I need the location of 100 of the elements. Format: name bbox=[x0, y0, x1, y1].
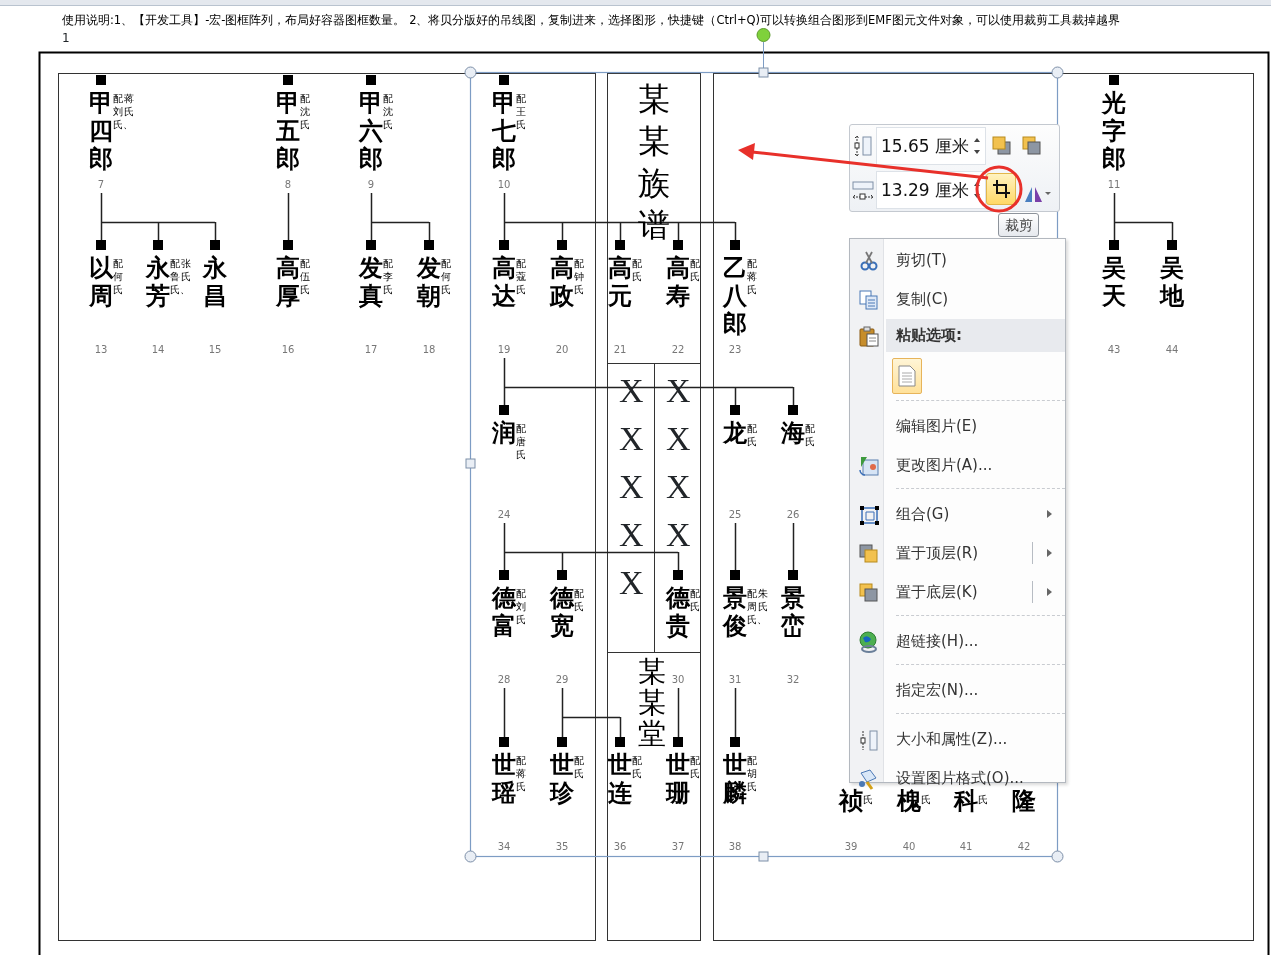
node-marker bbox=[283, 240, 293, 250]
person-name: 甲五郎 bbox=[276, 89, 300, 173]
generation-number: 8 bbox=[283, 179, 293, 191]
node-marker bbox=[673, 737, 683, 747]
generation-number: 13 bbox=[93, 344, 109, 356]
generation-number: 29 bbox=[554, 674, 570, 686]
person-name: 高元 bbox=[608, 254, 632, 310]
menu-item[interactable]: 更改图片(A)... bbox=[850, 446, 1065, 485]
submenu-arrow-icon bbox=[1046, 509, 1053, 519]
person-name: 世瑶 bbox=[492, 751, 516, 807]
resize-handle[interactable] bbox=[464, 66, 477, 79]
generation-number: 20 bbox=[554, 344, 570, 356]
spouse-note: 配氏 bbox=[574, 755, 584, 780]
person-name: 甲四郎 bbox=[89, 89, 113, 173]
placeholder-mark: X bbox=[619, 468, 644, 506]
node-marker bbox=[499, 405, 509, 415]
spouse-note: 配何氏 bbox=[441, 258, 451, 296]
generation-number: 16 bbox=[280, 344, 296, 356]
resize-handle[interactable] bbox=[464, 850, 477, 863]
bring-forward-icon bbox=[858, 543, 880, 565]
node-marker bbox=[788, 570, 798, 580]
spouse-note: 配王氏 bbox=[516, 93, 526, 130]
person-name: 乙八郎 bbox=[723, 254, 747, 338]
rotate-handle[interactable] bbox=[756, 28, 771, 69]
node-marker bbox=[1109, 240, 1119, 250]
family-connector bbox=[734, 687, 737, 738]
resize-handle[interactable] bbox=[1051, 850, 1064, 863]
width-field[interactable]: 13.29 厘米 bbox=[876, 171, 986, 209]
node-marker bbox=[366, 75, 376, 85]
hall-name: 某某堂 bbox=[638, 656, 666, 749]
spouse-note: 配何氏 bbox=[113, 258, 123, 296]
spouse-note: 配氏 bbox=[632, 258, 642, 283]
person-name: 吴地 bbox=[1160, 254, 1184, 310]
menu-item[interactable]: 置于底层(K) bbox=[850, 573, 1065, 612]
menu-item[interactable]: 组合(G) bbox=[850, 495, 1065, 534]
tooltip: 裁剪 bbox=[998, 213, 1039, 237]
size-icon bbox=[858, 729, 880, 751]
generation-number: 43 bbox=[1106, 344, 1122, 356]
spouse-note: 配沈氏 bbox=[300, 93, 310, 131]
group-icon bbox=[858, 504, 880, 526]
node-marker bbox=[673, 240, 683, 250]
node-marker bbox=[1167, 240, 1177, 250]
menu-item[interactable]: 剪切(T) bbox=[850, 241, 1065, 280]
person-name: 高寿 bbox=[666, 254, 690, 310]
resize-handle[interactable] bbox=[758, 851, 769, 862]
node-marker bbox=[96, 240, 106, 250]
resize-handle[interactable] bbox=[465, 458, 476, 469]
node-marker bbox=[153, 240, 163, 250]
person-name: 隆 bbox=[1012, 787, 1036, 815]
menu-item[interactable]: 大小和属性(Z)... bbox=[850, 720, 1065, 759]
node-marker bbox=[730, 405, 740, 415]
generation-number: 37 bbox=[670, 841, 686, 853]
menu-item[interactable]: 置于顶层(R) bbox=[850, 534, 1065, 573]
spouse-note: 配蒋氏 bbox=[516, 755, 526, 792]
person-name: 高政 bbox=[550, 254, 574, 310]
menu-item[interactable]: 超链接(H)... bbox=[850, 622, 1065, 661]
generation-number: 28 bbox=[496, 674, 512, 686]
height-field[interactable]: 15.65 厘米 bbox=[876, 127, 986, 165]
person-name: 景俊 bbox=[723, 584, 747, 640]
resize-handle[interactable] bbox=[758, 67, 769, 78]
generation-number: 39 bbox=[843, 841, 859, 853]
spouse-note: 朱氏 bbox=[758, 587, 768, 613]
resize-handle[interactable] bbox=[1051, 66, 1064, 79]
menu-item[interactable]: 指定宏(N)... bbox=[850, 671, 1065, 710]
family-connector bbox=[677, 687, 680, 738]
globe-icon bbox=[858, 631, 880, 653]
person-name: 世珊 bbox=[666, 751, 690, 807]
spouse-note: 配钟氏 bbox=[574, 258, 584, 296]
person-name: 甲七郎 bbox=[492, 89, 516, 173]
generation-number: 32 bbox=[785, 674, 801, 686]
family-connector bbox=[1113, 192, 1174, 241]
node-marker bbox=[366, 240, 376, 250]
placeholder-mark: X bbox=[619, 420, 644, 458]
person-name: 德富 bbox=[492, 584, 516, 640]
person-name: 龙 bbox=[723, 419, 747, 447]
person-name: 高达 bbox=[492, 254, 516, 310]
menu-item[interactable]: 编辑图片(E) bbox=[850, 407, 1065, 446]
node-marker bbox=[96, 75, 106, 85]
generation-number: 42 bbox=[1016, 841, 1032, 853]
generation-number: 34 bbox=[496, 841, 512, 853]
spouse-note: 配蔻氏 bbox=[516, 258, 526, 296]
node-marker bbox=[499, 240, 509, 250]
crop-button[interactable] bbox=[986, 173, 1016, 205]
scissors-icon bbox=[858, 250, 880, 272]
generation-number: 9 bbox=[366, 179, 376, 191]
node-marker bbox=[283, 75, 293, 85]
person-name: 德宽 bbox=[550, 584, 574, 640]
generation-number: 7 bbox=[96, 179, 106, 191]
spouse-note: 配沈氏 bbox=[383, 93, 393, 130]
node-marker bbox=[615, 737, 625, 747]
generation-number: 11 bbox=[1106, 179, 1122, 191]
picture-icon bbox=[858, 455, 880, 477]
paste-option-button[interactable] bbox=[892, 358, 922, 394]
send-backward-icon bbox=[1021, 135, 1041, 155]
person-name: 科 bbox=[954, 787, 978, 815]
copy-icon bbox=[858, 289, 880, 311]
menu-item[interactable]: 复制(C) bbox=[850, 280, 1065, 319]
generation-number: 14 bbox=[150, 344, 166, 356]
family-connector bbox=[503, 687, 506, 738]
generation-number: 26 bbox=[785, 509, 801, 521]
